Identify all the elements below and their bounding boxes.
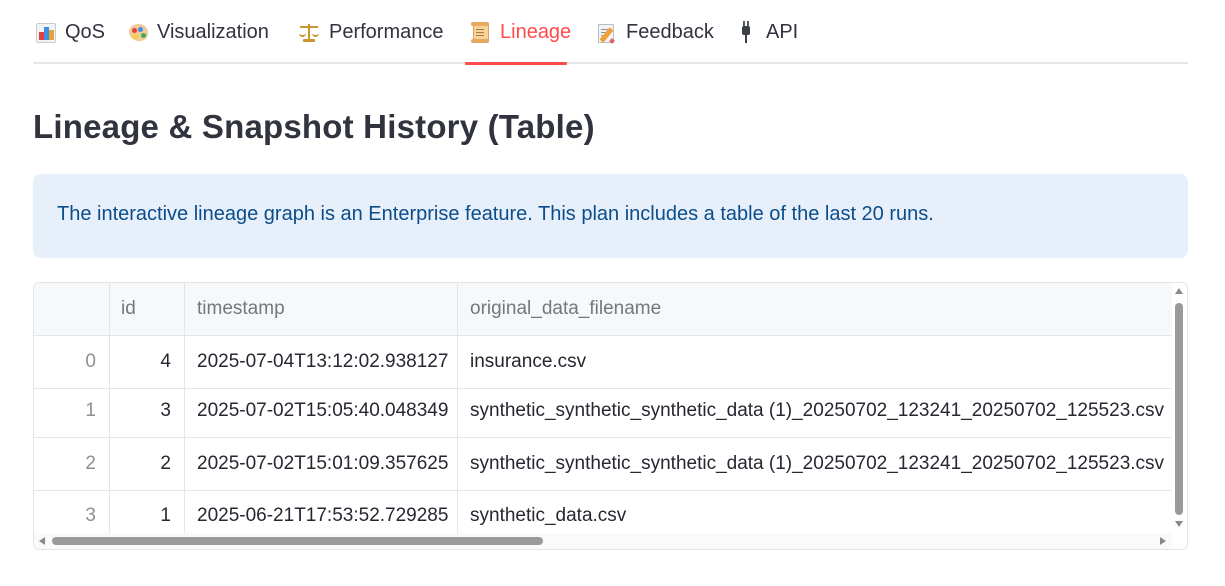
- info-alert-text: The interactive lineage graph is an Ente…: [57, 203, 934, 225]
- cell-id[interactable]: 3: [110, 385, 185, 437]
- cell-timestamp[interactable]: 2025-07-02T15:01:09.357625: [185, 438, 458, 490]
- tab-api[interactable]: API: [735, 0, 798, 64]
- cell-filename[interactable]: synthetic_synthetic_synthetic_data (1)_2…: [458, 438, 1172, 490]
- horizontal-scrollbar-thumb[interactable]: [52, 537, 543, 545]
- cell-filename[interactable]: synthetic_data.csv: [458, 490, 1172, 533]
- cell-timestamp[interactable]: 2025-07-04T13:12:02.938127: [185, 336, 458, 388]
- table-row: 2 2 2025-07-02T15:01:09.357625 synthetic…: [34, 438, 1172, 491]
- header-id[interactable]: id: [110, 283, 185, 335]
- cell-filename[interactable]: insurance.csv: [458, 336, 1172, 388]
- header-original-data-filename[interactable]: original_data_filename: [458, 283, 1172, 335]
- tab-qos[interactable]: QoS: [36, 0, 105, 64]
- header-timestamp[interactable]: timestamp: [185, 283, 458, 335]
- lineage-table[interactable]: id timestamp original_data_filename 0 4 …: [33, 282, 1188, 550]
- info-alert: The interactive lineage graph is an Ente…: [33, 174, 1188, 258]
- tab-label: Visualization: [157, 20, 269, 43]
- header-index: [34, 283, 110, 335]
- cell-id[interactable]: 4: [110, 336, 185, 388]
- table-grid: id timestamp original_data_filename 0 4 …: [34, 283, 1172, 533]
- plug-icon: [735, 21, 757, 43]
- row-index: 3: [34, 490, 110, 533]
- memo-icon: [595, 21, 617, 44]
- cell-id[interactable]: 2: [110, 438, 185, 490]
- cell-id[interactable]: 1: [110, 490, 185, 533]
- active-tab-indicator: [465, 62, 567, 65]
- scroll-up-arrow-icon[interactable]: [1175, 288, 1183, 294]
- scroll-left-arrow-icon[interactable]: [39, 537, 45, 545]
- vertical-scrollbar[interactable]: [1172, 283, 1187, 533]
- table-header-row: id timestamp original_data_filename: [34, 283, 1172, 336]
- tab-lineage[interactable]: Lineage: [469, 0, 571, 64]
- balance-scale-icon: [298, 21, 320, 43]
- table-row: 0 4 2025-07-04T13:12:02.938127 insurance…: [34, 336, 1172, 389]
- scroll-icon: [469, 21, 491, 43]
- tab-label: QoS: [65, 20, 106, 43]
- cell-timestamp[interactable]: 2025-07-02T15:05:40.048349: [185, 385, 458, 437]
- row-index: 2: [34, 438, 110, 490]
- row-index: 1: [34, 385, 110, 437]
- row-index: 0: [34, 336, 110, 388]
- tab-label: Lineage: [500, 20, 572, 43]
- page-title: Lineage & Snapshot History (Table): [33, 108, 595, 145]
- app-page: QoS Visualization Performance Lineage Fe…: [0, 0, 1225, 586]
- table-row: 1 3 2025-07-02T15:05:40.048349 synthetic…: [34, 385, 1172, 438]
- tab-performance[interactable]: Performance: [298, 0, 444, 64]
- table-row: 3 1 2025-06-21T17:53:52.729285 synthetic…: [34, 490, 1172, 533]
- cell-filename[interactable]: synthetic_synthetic_synthetic_data (1)_2…: [458, 385, 1172, 437]
- tab-label: Feedback: [626, 20, 714, 43]
- tab-label: Performance: [329, 20, 444, 43]
- horizontal-scrollbar[interactable]: [34, 533, 1172, 549]
- tab-label: API: [766, 20, 799, 43]
- tab-divider: [33, 62, 1188, 64]
- tab-visualization[interactable]: Visualization: [129, 0, 269, 64]
- vertical-scrollbar-thumb[interactable]: [1175, 303, 1183, 515]
- tab-feedback[interactable]: Feedback: [595, 0, 714, 64]
- palette-icon: [129, 23, 148, 41]
- cell-timestamp[interactable]: 2025-06-21T17:53:52.729285: [185, 490, 458, 533]
- bar-chart-icon: [36, 22, 56, 43]
- tab-bar: QoS Visualization Performance Lineage Fe…: [33, 0, 1188, 66]
- scroll-down-arrow-icon[interactable]: [1175, 521, 1183, 527]
- scroll-right-arrow-icon[interactable]: [1160, 537, 1166, 545]
